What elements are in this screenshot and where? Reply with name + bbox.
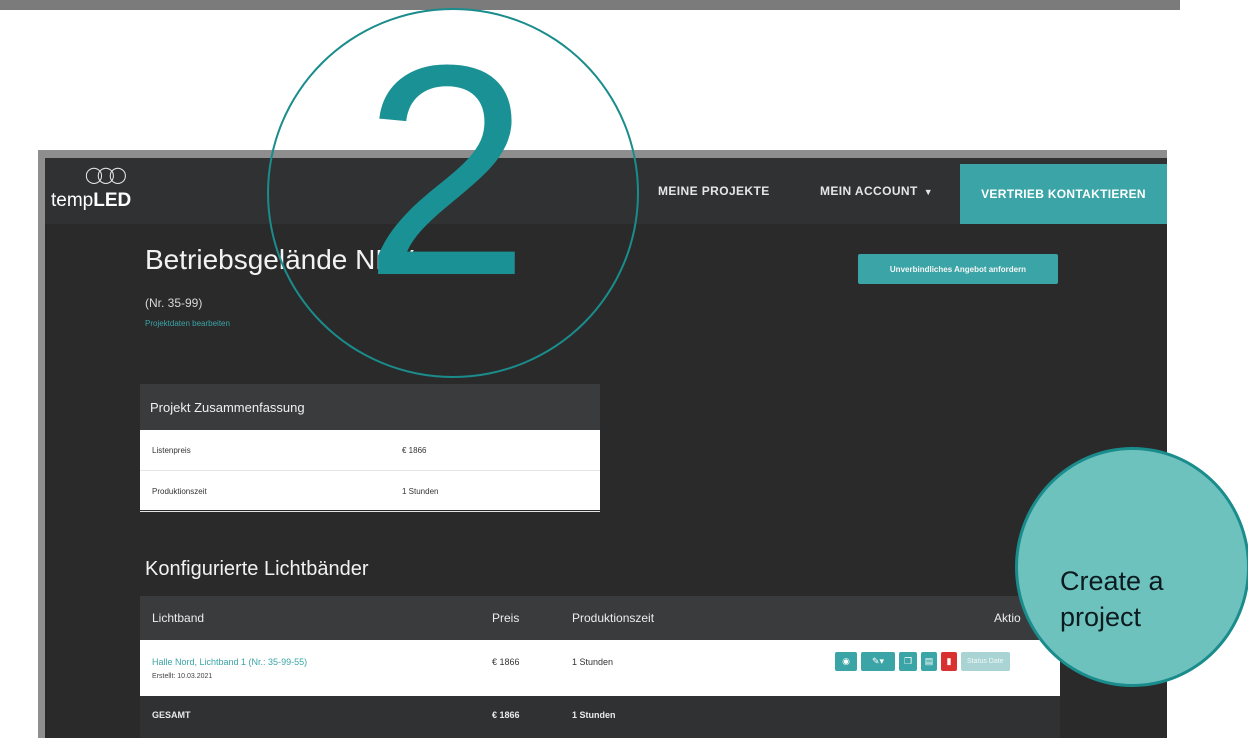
project-number: (Nr. 35-99)	[145, 296, 203, 310]
summary-value: 1 Stunden	[402, 486, 439, 496]
table-total-row: GESAMT € 1866 1 Stunden	[140, 696, 1060, 738]
lichtband-time: 1 Stunden	[572, 657, 614, 667]
step-number: 2	[363, 2, 530, 338]
nav-mein-account[interactable]: MEIN ACCOUNT ▼	[820, 184, 933, 198]
edit-dropdown-icon[interactable]: ✎▾	[861, 652, 895, 671]
lichtband-created-date: Erstellt: 10.03.2021	[152, 673, 213, 680]
view-eye-icon[interactable]: ◉	[835, 652, 857, 671]
lichtbaender-heading: Konfigurierte Lichtbänder	[145, 558, 369, 580]
summary-body: Listenpreis € 1866 Produktionszeit 1 Stu…	[140, 430, 600, 512]
lichtbaender-table: Lichtband Preis Produktionszeit Aktio Ha…	[140, 596, 1060, 738]
table-header: Lichtband Preis Produktionszeit Aktio	[140, 596, 1060, 640]
total-label: GESAMT	[152, 710, 191, 720]
header-lichtband: Lichtband	[152, 611, 205, 625]
header-produktionszeit: Produktionszeit	[572, 611, 655, 625]
row-actions: ◉ ✎▾ ❐ ▤ ▮ Status Date	[835, 652, 1010, 671]
copy-icon[interactable]: ❐	[899, 652, 917, 671]
summary-label: Produktionszeit	[152, 486, 207, 496]
lichtband-link[interactable]: Halle Nord, Lichtband 1 (Nr.: 35-99-55)	[152, 657, 307, 667]
nav-account-label: MEIN ACCOUNT	[820, 184, 918, 198]
top-divider-bar	[0, 0, 1180, 10]
total-price: € 1866	[492, 710, 520, 720]
request-offer-button[interactable]: Unverbindliches Angebot anfordern	[858, 254, 1058, 284]
caret-down-icon: ▼	[923, 186, 933, 197]
document-icon[interactable]: ▤	[921, 652, 937, 671]
summary-title: Projekt Zusammenfassung	[140, 384, 600, 430]
summary-label: Listenpreis	[152, 445, 191, 455]
callout-text: Create a project	[1060, 563, 1210, 635]
total-time: 1 Stunden	[572, 710, 616, 720]
delete-trash-icon[interactable]: ▮	[941, 652, 957, 671]
callout-line-2: project	[1060, 602, 1142, 632]
status-date-button[interactable]: Status Date	[961, 652, 1010, 671]
summary-row: Produktionszeit 1 Stunden	[140, 471, 600, 512]
edit-project-link[interactable]: Projektdaten bearbeiten	[145, 319, 230, 328]
lichtband-price: € 1866	[492, 657, 520, 667]
table-row: Halle Nord, Lichtband 1 (Nr.: 35-99-55) …	[140, 640, 1060, 696]
header-preis: Preis	[492, 611, 520, 625]
logo-rings-icon: ◯◯◯	[85, 167, 127, 184]
nav-meine-projekte[interactable]: MEINE PROJEKTE	[658, 184, 770, 198]
callout-line-1: Create a	[1060, 566, 1164, 596]
logo-wordmark: tempLED	[51, 190, 132, 211]
project-summary-card: Projekt Zusammenfassung Listenpreis € 18…	[140, 384, 600, 512]
nav-vertrieb-kontaktieren[interactable]: VERTRIEB KONTAKTIEREN	[960, 164, 1167, 224]
summary-value: € 1866	[402, 445, 427, 455]
summary-row: Listenpreis € 1866	[140, 430, 600, 471]
templed-logo[interactable]: ◯◯◯ tempLED	[51, 168, 131, 218]
header-aktionen: Aktio	[994, 611, 1021, 625]
